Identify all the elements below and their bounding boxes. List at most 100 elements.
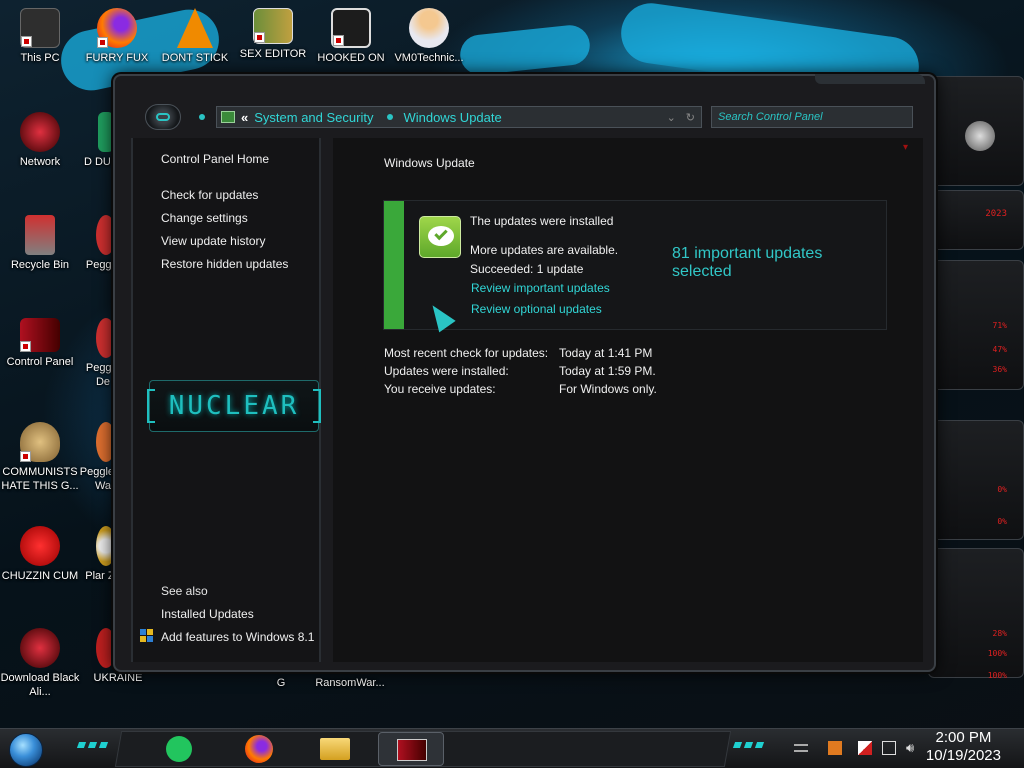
sidebar-change-settings[interactable]: Change settings [161,211,248,225]
gadget-value: 28% [992,629,1007,638]
sidebar-check-for-updates[interactable]: Check for updates [161,188,258,202]
forward-dot-icon[interactable] [199,114,205,120]
desktop-icon-label: Network [19,156,61,168]
important-updates-selected-link[interactable]: 81 important updates selected [672,245,886,281]
windows-update-window: « System and Security Windows Update ⌄ ↻… [113,74,936,672]
taskbar: 🔊︎ 2:00 PM 10/19/2023 [0,728,1024,768]
sidebar-add-features[interactable]: Add features to Windows 8.1 [161,630,314,644]
desktop-icon-label: This PC [20,52,60,64]
control-panel-icon [397,739,427,761]
desktop-icon-vlc[interactable]: DONT STICK [155,8,235,65]
review-important-updates-link[interactable]: Review important updates [471,281,610,295]
chuzzle-icon [20,526,60,566]
desktop-icon-control-panel[interactable]: Control Panel [0,318,80,369]
app-icon [98,112,114,152]
desktop-icon-label: G [276,677,286,689]
desktop-icon-label: UKRAINE [93,672,143,684]
breadcrumb-overflow-chevron[interactable]: « [241,110,248,125]
desktop-icon-label: Control Panel [6,356,74,368]
control-panel-icon [20,318,60,352]
taskbar-decoration [76,742,109,748]
volume-icon[interactable]: 🔊︎ [906,741,920,755]
doctor-icon [409,8,449,48]
info-value-last-check: Today at 1:41 PM [559,346,653,360]
clock-time: 2:00 PM [935,729,992,746]
desktop-icon-label: Recycle Bin [10,259,70,271]
dropdown-chevron-icon[interactable]: ⌄ [667,111,676,124]
file-explorer-icon [320,738,350,760]
gadget-value: 36% [992,365,1007,374]
desktop-icon-vm0technic[interactable]: VM0Technic... [389,8,469,65]
hxd-icon [253,8,293,44]
network-status-icon[interactable] [882,741,896,755]
system-clock[interactable]: 2:00 PM 10/19/2023 [926,729,1001,765]
gadget-value: 47% [992,345,1007,354]
desktop-icon-ransomware[interactable]: RansomWar... [310,676,390,690]
address-bar[interactable]: « System and Security Windows Update ⌄ ↻ [216,106,702,128]
desktop-icon-label: FURRY FUX [85,52,149,64]
control-panel-small-icon [221,111,235,123]
firefox-icon [97,8,137,48]
gadget-value: 71% [992,321,1007,330]
desktop-icon-label: DONT STICK [161,52,229,64]
success-check-icon [419,216,461,258]
desktop-icon-hxd[interactable]: SEX EDITOR [233,8,313,61]
breadcrumb-system-and-security[interactable]: System and Security [254,110,373,125]
desktop-icon-label: Download Black Ali... [0,672,80,698]
show-hidden-icons[interactable] [794,744,808,752]
breadcrumb-separator-icon[interactable] [387,114,394,120]
gadget-value: 0% [997,485,1007,494]
sidebar-restore-hidden-updates[interactable]: Restore hidden updates [161,257,288,271]
taskbar-control-panel-button[interactable] [378,732,444,766]
status-succeeded: Succeeded: 1 update [470,262,584,276]
windows-features-icon [140,629,154,643]
gadget-network-meter: 0% 0% [928,420,1024,540]
review-optional-updates-link[interactable]: Review optional updates [471,302,602,316]
action-center-flag-icon[interactable] [858,741,872,755]
wallpaper-stroke [458,23,592,77]
desktop-icon-this-pc[interactable]: This PC [0,8,80,65]
sidebar-installed-updates[interactable]: Installed Updates [161,607,254,621]
refresh-icon[interactable]: ↻ [686,111,695,124]
desktop-icon-communists[interactable]: COMMUNISTS HATE THIS G... [0,422,80,493]
breadcrumb-windows-update[interactable]: Windows Update [403,110,501,125]
help-icon[interactable]: ▾ [903,142,913,153]
gadget-value: 100% [987,671,1007,680]
info-label-last-check: Most recent check for updates: [384,346,549,360]
desktop-icon-firefox[interactable]: FURRY FUX [77,8,157,65]
taskbar-firefox-button[interactable] [240,732,278,766]
desktop-icon-g[interactable]: G [256,676,306,690]
desktop-icon-network[interactable]: Network [0,112,80,169]
taskbar-decoration [732,742,765,748]
network-icon [20,112,60,152]
alienware-icon [20,628,60,668]
search-input[interactable]: Search Control Panel [711,106,913,128]
sidebar-control-panel-home[interactable]: Control Panel Home [161,152,269,166]
back-button[interactable] [145,104,181,130]
maze-icon [331,8,371,48]
firefox-icon [245,735,273,763]
java-update-icon[interactable] [828,741,842,755]
page-title: Windows Update [384,156,475,170]
navigation-bar: « System and Security Windows Update ⌄ ↻… [131,100,921,134]
info-label-installed: Updates were installed: [384,364,509,378]
taskbar-file-explorer-button[interactable] [316,732,354,766]
desktop-icon-hooked-on[interactable]: HOOKED ON [311,8,391,65]
desktop-icon-chuzzin[interactable]: CHUZZIN CUM [0,526,80,583]
taskbar-notes-button[interactable] [160,732,198,766]
desktop-icon-download-alienware[interactable]: Download Black Ali... [0,628,80,699]
main-content: ▾ Windows Update The updates were instal… [333,138,923,662]
mouse-cursor-icon [424,299,456,333]
see-also-heading: See also [161,584,208,598]
sidebar-view-update-history[interactable]: View update history [161,234,266,248]
desktop-icon-label: CHUZZIN CUM [1,570,79,582]
desktop-icon-label: VM0Technic... [394,52,464,64]
gadget-cpu-meter: 71% 47% 36% [928,260,1024,390]
info-label-receive: You receive updates: [384,382,496,396]
recycle-bin-icon [25,215,55,255]
gadget-year: 2023 [985,209,1007,219]
start-button[interactable] [9,733,43,767]
vlc-icon [177,8,213,48]
status-more-updates: More updates are available. [470,243,619,257]
desktop-icon-recycle-bin[interactable]: Recycle Bin [0,215,80,272]
